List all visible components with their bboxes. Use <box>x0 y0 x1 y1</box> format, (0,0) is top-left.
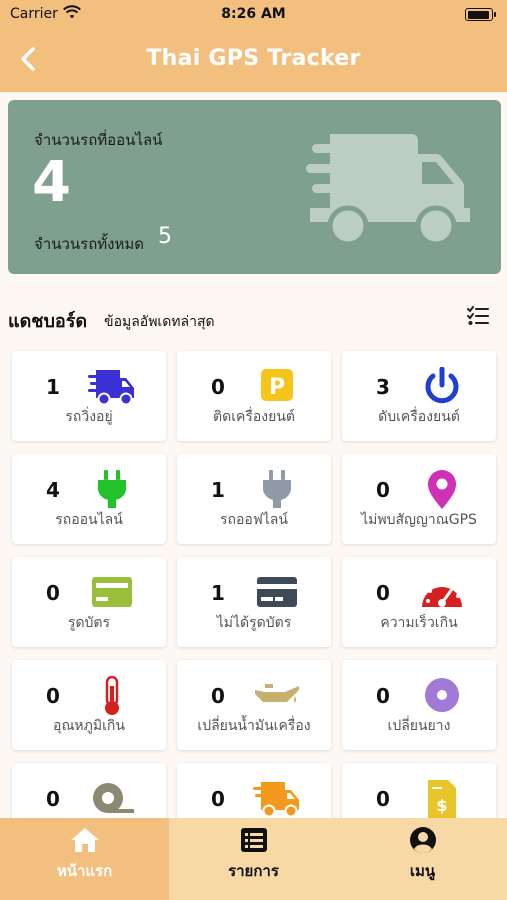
running-truck-icon <box>88 367 136 407</box>
tile-tire-change[interactable]: 0 เปลี่ยนยาง <box>342 660 496 750</box>
tile-card-not-swiped[interactable]: 1 ไม่ได้รูดบัตร <box>177 557 331 647</box>
tile-label: ความเร็วเกิน <box>380 615 458 631</box>
tile-label: ไม่พบสัญญาณGPS <box>361 512 477 528</box>
tile-running[interactable]: 1 รถวิ่งอยู่ <box>12 351 166 441</box>
bottom-navigation: หน้าแรก รายการ เมนู <box>0 818 507 900</box>
list-icon <box>169 826 338 858</box>
app-header: Carrier 8:26 AM Thai GPS Tracker <box>0 0 507 92</box>
tile-count: 3 <box>376 375 390 399</box>
tile-label: เปลี่ยนยาง <box>387 718 451 734</box>
status-bar: Carrier 8:26 AM <box>0 5 507 25</box>
map-pin-icon <box>418 470 466 510</box>
tile-overspeed[interactable]: 0 ความเร็วเกิน <box>342 557 496 647</box>
parking-icon: P <box>253 367 301 407</box>
tile-count: 0 <box>46 684 60 708</box>
invoice-dollar-icon: $ <box>418 779 466 819</box>
battery-icon <box>465 8 496 21</box>
tile-label: รถวิ่งอยู่ <box>65 409 113 425</box>
tile-label: เปลี่ยนน้ำมันเครื่อง <box>197 718 311 734</box>
checklist-icon <box>467 306 489 325</box>
tile-count: 1 <box>211 478 225 502</box>
online-vehicles-value: 4 <box>32 150 71 215</box>
dashboard-subtitle: ข้อมูลอัพเดทล่าสุด <box>104 314 215 330</box>
page-title: Thai GPS Tracker <box>146 46 361 71</box>
tape-roll-icon <box>88 779 136 819</box>
tile-label: รถออฟไลน์ <box>220 512 288 528</box>
tile-engine-on[interactable]: 0 P ติดเครื่องยนต์ <box>177 351 331 441</box>
tile-oil-change[interactable]: 0 เปลี่ยนน้ำมันเครื่อง <box>177 660 331 750</box>
online-vehicles-label: จำนวนรถที่ออนไลน์ <box>34 131 163 149</box>
tile-card-swiped[interactable]: 0 รูดบัตร <box>12 557 166 647</box>
tile-count: 0 <box>376 478 390 502</box>
speedometer-icon <box>418 573 466 613</box>
tile-label: ไม่ได้รูดบัตร <box>216 615 292 631</box>
card-swipe-icon <box>88 573 136 613</box>
home-icon <box>0 826 169 858</box>
tile-engine-off[interactable]: 3 ดับเครื่องยนต์ <box>342 351 496 441</box>
tile-label: อุณหภูมิเกิน <box>53 718 125 734</box>
checklist-button[interactable] <box>467 306 489 330</box>
tile-count: 0 <box>211 684 225 708</box>
tile-offline[interactable]: 1 รถออฟไลน์ <box>177 454 331 544</box>
status-time: 8:26 AM <box>221 6 286 22</box>
delivery-truck-orange-icon <box>253 779 301 819</box>
oil-can-icon <box>253 676 301 716</box>
plug-offline-icon <box>253 470 301 510</box>
total-vehicles-label: จำนวนรถทั้งหมด <box>34 235 145 253</box>
plug-online-icon <box>88 470 136 510</box>
tile-label: ดับเครื่องยนต์ <box>378 409 460 425</box>
tile-count: 0 <box>46 787 60 811</box>
tab-menu[interactable]: เมนู <box>338 818 507 900</box>
svg-text:$: $ <box>436 796 447 815</box>
tile-label: รูดบัตร <box>67 615 111 631</box>
tile-count: 1 <box>211 581 225 605</box>
tile-count: 0 <box>211 375 225 399</box>
thermometer-icon <box>88 675 136 716</box>
tab-menu-label: เมนู <box>409 862 436 880</box>
svg-text:P: P <box>269 375 285 400</box>
tire-icon <box>418 676 466 716</box>
online-summary-card: จำนวนรถที่ออนไลน์ 4 จำนวนรถทั้งหมด 5 <box>8 100 501 274</box>
tile-count: 4 <box>46 478 60 502</box>
tile-count: 0 <box>46 581 60 605</box>
tile-online[interactable]: 4 รถออนไลน์ <box>12 454 166 544</box>
tab-list-label: รายการ <box>228 862 279 880</box>
card-no-swipe-icon <box>253 573 301 613</box>
tile-count: 0 <box>376 684 390 708</box>
tile-label: ติดเครื่องยนต์ <box>213 409 295 425</box>
tab-home-label: หน้าแรก <box>56 862 113 880</box>
tile-overheat[interactable]: 0 อุณหภูมิเกิน <box>12 660 166 750</box>
power-icon <box>418 366 466 407</box>
tile-label: รถออนไลน์ <box>55 512 123 528</box>
tile-count: 0 <box>376 581 390 605</box>
tab-home[interactable]: หน้าแรก <box>0 818 169 900</box>
tab-list[interactable]: รายการ <box>169 818 338 900</box>
delivery-truck-icon <box>306 126 472 256</box>
dashboard-title: แดชบอร์ด <box>8 311 88 332</box>
tile-count: 1 <box>46 375 60 399</box>
user-circle-icon <box>338 826 507 858</box>
total-vehicles-value: 5 <box>158 224 172 249</box>
tile-count: 0 <box>211 787 225 811</box>
tile-count: 0 <box>376 787 390 811</box>
tile-no-gps[interactable]: 0 ไม่พบสัญญาณGPS <box>342 454 496 544</box>
